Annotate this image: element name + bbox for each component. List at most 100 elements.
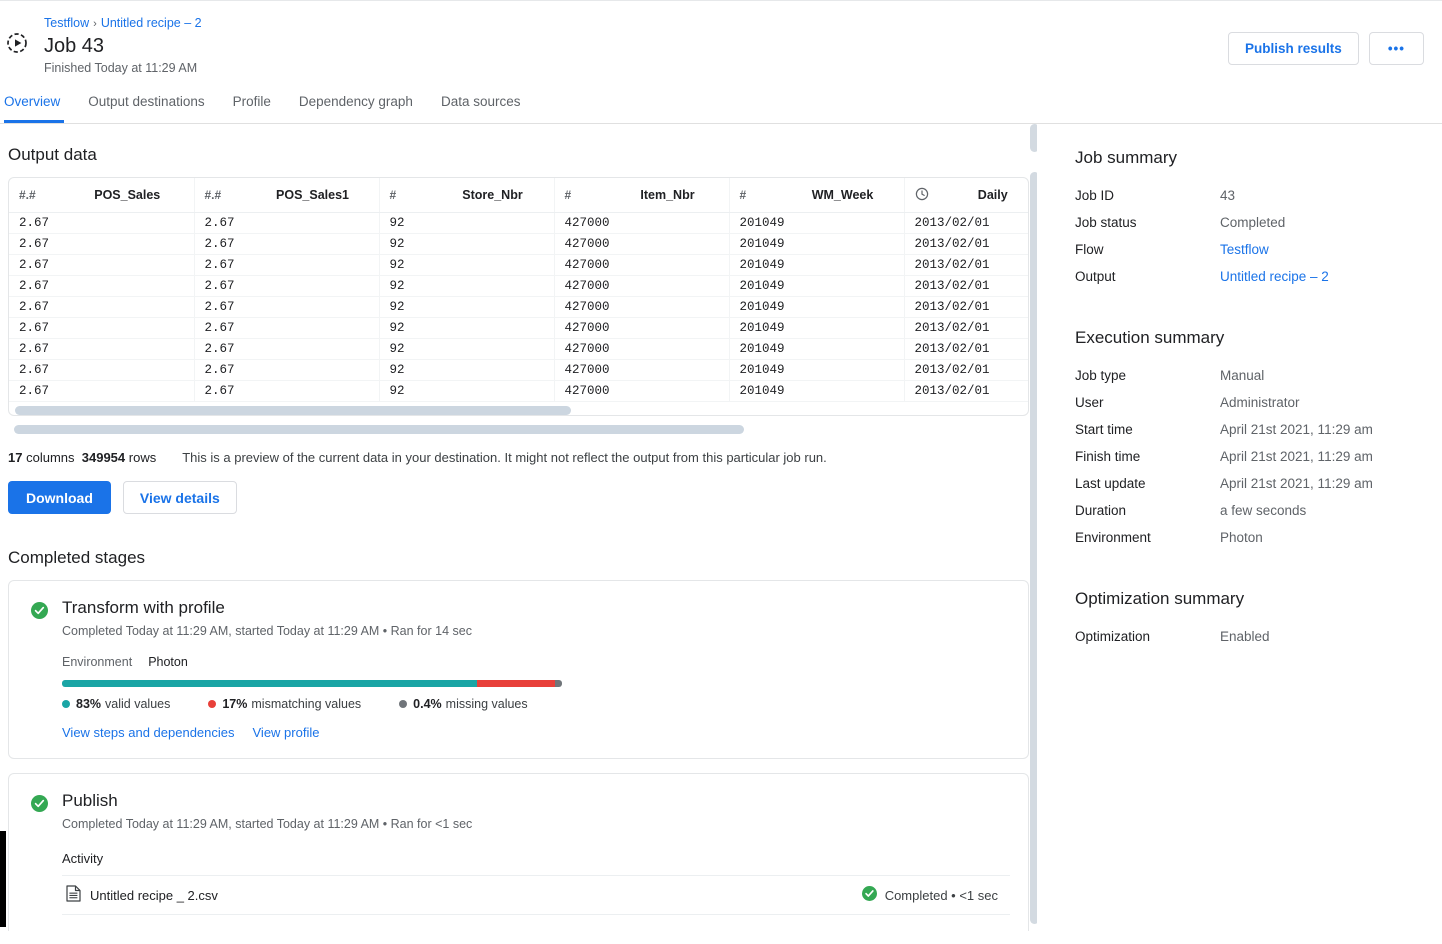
flow-link[interactable]: Testflow xyxy=(1220,236,1269,263)
row-key: Optimization xyxy=(1075,623,1220,650)
column-label: POS_Sales1 xyxy=(257,188,369,202)
clock-icon xyxy=(915,187,967,202)
scrollbar-thumb[interactable] xyxy=(15,406,571,415)
tab-data-sources[interactable]: Data sources xyxy=(427,87,535,123)
column-header-pos-sales1[interactable]: #.# POS_Sales1 xyxy=(194,178,379,213)
column-header-store-nbr[interactable]: # Store_Nbr xyxy=(379,178,554,213)
scrollbar-thumb[interactable] xyxy=(14,425,744,434)
table-cell: 92 xyxy=(379,381,554,402)
view-all-link[interactable]: View all xyxy=(62,929,107,931)
preview-note: This is a preview of the current data in… xyxy=(182,450,827,465)
row-count-label: rows xyxy=(129,450,156,465)
activity-row[interactable]: Untitled recipe _ 2.csv Completed • <1 s xyxy=(62,875,1010,915)
job-summary-block: Job summary Job ID 43 Job status Complet… xyxy=(1075,148,1442,290)
output-data-card: #.# POS_Sales #.# POS_Sales1 # Store_Nbr… xyxy=(8,177,1029,416)
breadcrumb-recipe-link[interactable]: Untitled recipe – 2 xyxy=(101,16,202,30)
table-cell: 201049 xyxy=(729,255,904,276)
row-key: Environment xyxy=(1075,524,1220,551)
download-button[interactable]: Download xyxy=(8,481,111,514)
summary-sidebar: Job summary Job ID 43 Job status Complet… xyxy=(1037,124,1442,931)
column-header-daily[interactable]: Daily xyxy=(904,178,1029,213)
column-type-icon-decimal: #.# xyxy=(205,188,257,202)
main-vertical-scrollbar[interactable] xyxy=(1030,124,1037,924)
row-count: 349954 xyxy=(82,450,125,465)
tab-profile[interactable]: Profile xyxy=(219,87,285,123)
legend-mismatch-pct: 17% xyxy=(222,697,247,711)
column-header-item-nbr[interactable]: # Item_Nbr xyxy=(554,178,729,213)
column-label: WM_Week xyxy=(792,188,894,202)
legend-item-mismatch: 17% mismatching values xyxy=(208,697,361,711)
table-cell: 201049 xyxy=(729,318,904,339)
activity-file-name: Untitled recipe _ 2.csv xyxy=(90,888,218,903)
breadcrumb-separator: › xyxy=(93,18,97,30)
table-cell: 2013/02/01 xyxy=(904,234,1029,255)
job-run-icon xyxy=(6,32,28,54)
legend-dot-missing-icon xyxy=(399,700,407,708)
tab-overview[interactable]: Overview xyxy=(0,87,74,123)
column-header-pos-sales[interactable]: #.# POS_Sales xyxy=(9,178,194,213)
summary-row-job-type: Job type Manual xyxy=(1075,362,1442,389)
table-cell: 2.67 xyxy=(194,381,379,402)
check-circle-icon xyxy=(31,795,48,817)
tab-output-destinations[interactable]: Output destinations xyxy=(74,87,218,123)
legend-dot-valid-icon xyxy=(62,700,70,708)
execution-summary-title: Execution summary xyxy=(1075,328,1442,348)
table-horizontal-scrollbar[interactable] xyxy=(9,406,1028,415)
tab-bar: Overview Output destinations Profile Dep… xyxy=(0,87,1442,124)
table-cell: 92 xyxy=(379,234,554,255)
legend-valid-pct: 83% xyxy=(76,697,101,711)
environment-label: Environment xyxy=(62,655,132,669)
left-edge-overlay-bar xyxy=(0,831,6,927)
table-cell: 2.67 xyxy=(194,318,379,339)
activity-label: Activity xyxy=(62,851,1010,866)
table-cell: 201049 xyxy=(729,276,904,297)
csv-file-icon xyxy=(66,885,81,905)
scrollbar-thumb-upper[interactable] xyxy=(1030,124,1037,152)
column-label: Daily xyxy=(967,188,1020,202)
main-content: Output data #.# POS_Sales #.# xyxy=(0,124,1037,931)
table-cell: 92 xyxy=(379,360,554,381)
column-header-wm-week[interactable]: # WM_Week xyxy=(729,178,904,213)
optimization-summary-title: Optimization summary xyxy=(1075,589,1442,609)
table-cell: 2013/02/01 xyxy=(904,360,1029,381)
publish-results-button[interactable]: Publish results xyxy=(1228,32,1359,65)
view-steps-and-dependencies-link[interactable]: View steps and dependencies xyxy=(62,725,235,740)
view-profile-link[interactable]: View profile xyxy=(253,725,320,740)
quality-bar-missing xyxy=(555,680,562,687)
optimization-summary-block: Optimization summary Optimization Enable… xyxy=(1075,589,1442,650)
summary-row-duration: Duration a few seconds xyxy=(1075,497,1442,524)
quality-bar-mismatch xyxy=(477,680,555,687)
summary-row-optimization: Optimization Enabled xyxy=(1075,623,1442,650)
breadcrumb: Testflow › Untitled recipe – 2 xyxy=(44,15,1422,32)
row-value: April 21st 2021, 11:29 am xyxy=(1220,443,1373,470)
output-data-title: Output data xyxy=(8,145,1029,165)
page-title: Job 43 xyxy=(44,33,1422,59)
breadcrumb-flow-link[interactable]: Testflow xyxy=(44,16,89,30)
activity-links: View all xyxy=(62,929,1010,931)
job-details-page: Testflow›Untitled recipe – 2 Job 43 Fini… xyxy=(0,0,1442,944)
table-cell: 92 xyxy=(379,255,554,276)
output-data-table: #.# POS_Sales #.# POS_Sales1 # Store_Nbr… xyxy=(9,178,1029,402)
table-cell: 201049 xyxy=(729,360,904,381)
row-value: Manual xyxy=(1220,362,1264,389)
header-actions: Publish results ••• xyxy=(1228,32,1424,65)
more-options-button[interactable]: ••• xyxy=(1369,32,1424,65)
table-cell: 2.67 xyxy=(9,297,194,318)
table-cell: 427000 xyxy=(554,360,729,381)
view-details-button[interactable]: View details xyxy=(123,481,237,514)
card-horizontal-scrollbar[interactable] xyxy=(8,425,1029,434)
table-row: 2.672.67924270002010492013/02/01 xyxy=(9,381,1029,402)
tab-dependency-graph[interactable]: Dependency graph xyxy=(285,87,427,123)
table-row: 2.672.67924270002010492013/02/01 xyxy=(9,276,1029,297)
table-cell: 201049 xyxy=(729,234,904,255)
row-key: Duration xyxy=(1075,497,1220,524)
column-type-icon-integer: # xyxy=(740,188,792,202)
column-type-icon-integer: # xyxy=(390,188,442,202)
table-cell: 92 xyxy=(379,213,554,234)
column-count-label: columns xyxy=(26,450,74,465)
output-link[interactable]: Untitled recipe – 2 xyxy=(1220,263,1329,290)
table-cell: 2.67 xyxy=(9,381,194,402)
stage-environment: EnvironmentPhoton xyxy=(62,655,1010,669)
scrollbar-thumb[interactable] xyxy=(1030,172,1037,924)
table-row: 2.672.67924270002010492013/02/01 xyxy=(9,339,1029,360)
